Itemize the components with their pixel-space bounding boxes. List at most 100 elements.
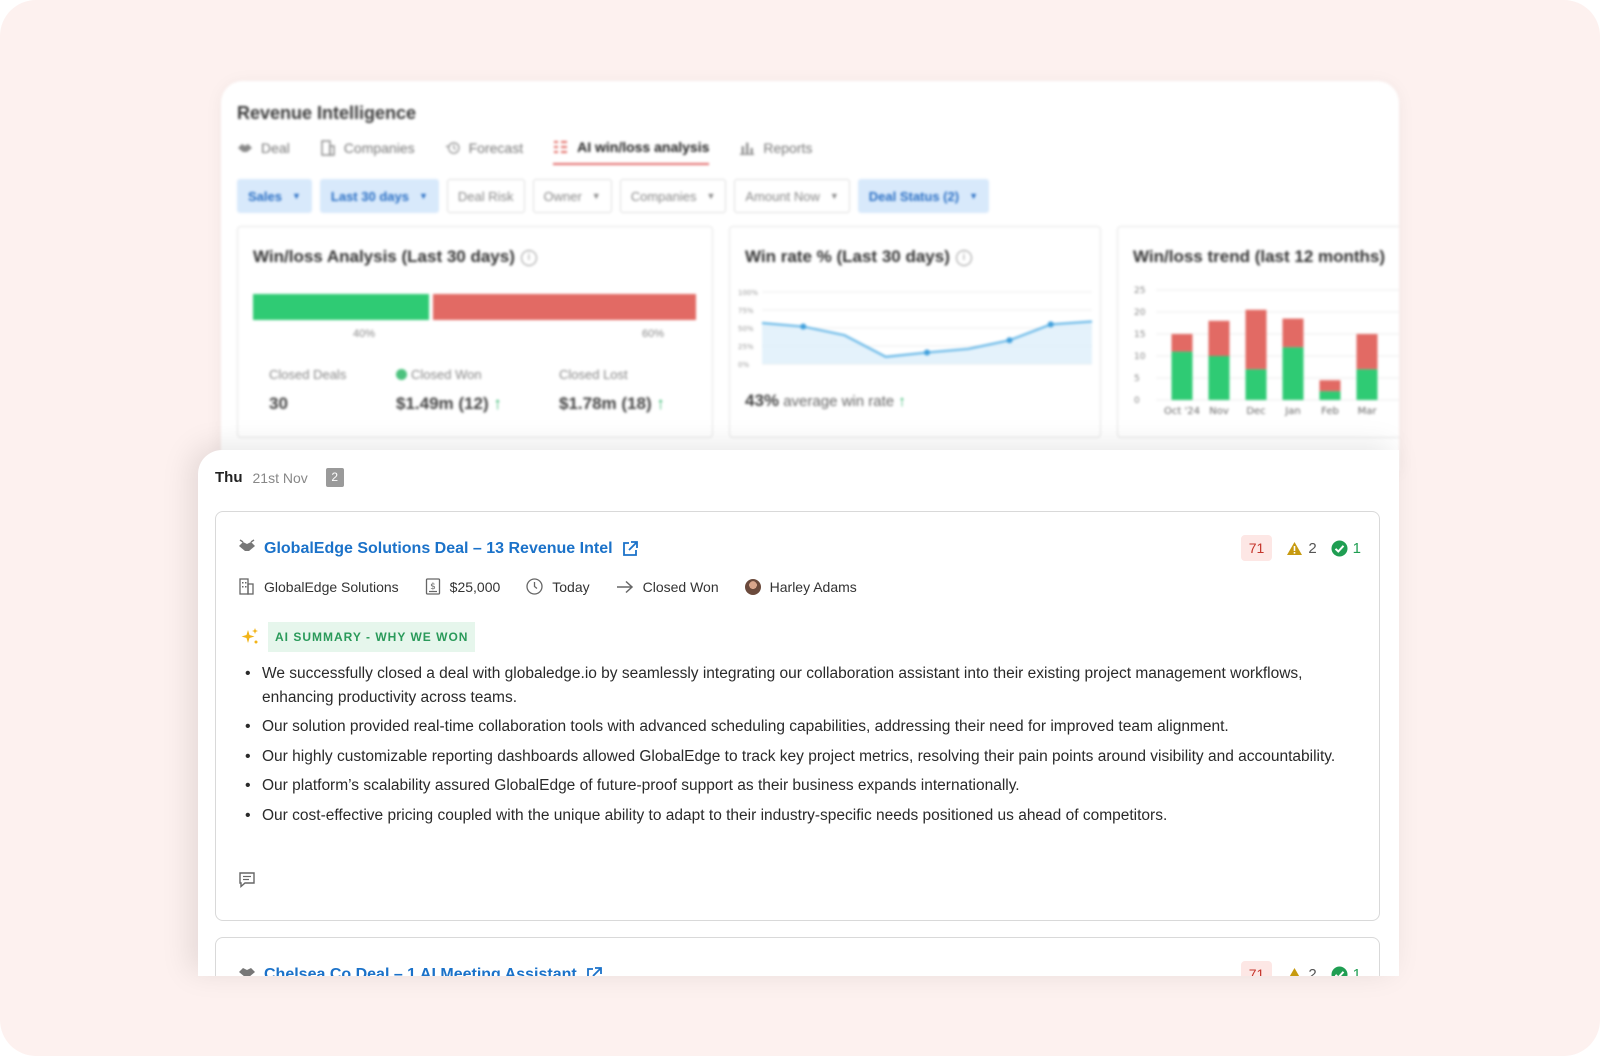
closed-lost-value: $1.78m (18) ↑ [559,394,665,414]
winrate-point [1006,337,1013,344]
lost-bar [433,294,696,320]
date-header: Thu 21st Nov 2 [215,468,344,487]
average-win-rate-label: average win rate [783,393,895,410]
warnings-indicator[interactable]: 2 [1286,965,1317,977]
activity-panel: Thu 21st Nov 2 GlobalEdge Solutions Deal… [198,450,1399,976]
time-meta: Today [526,578,590,595]
handshake-icon [238,539,256,558]
closed-lost-amount: $1.78m (18) [559,394,652,413]
dollar-document-icon: $ [425,578,440,595]
bar-chart-icon [739,141,755,155]
deal-card: Chelsea Co Deal – 1 AI Meeting Assistant… [215,937,1380,976]
filter-date-range[interactable]: Last 30 days ▼ [319,179,439,213]
tab-label: Forecast [468,140,524,156]
winrate-card: Win rate % (Last 30 days) i 100% 75% 50% 25%… [729,226,1101,438]
list-item: Our highly customizable reporting dashbo… [242,745,1352,769]
deal-score-badge[interactable]: 71 [1240,535,1273,561]
won-bar [253,294,429,320]
filter-label: Last 30 days [330,188,409,204]
winrate-point [800,323,807,330]
closed-won-label-text: Closed Won [411,367,482,382]
checks-indicator[interactable]: 1 [1331,540,1361,557]
closed-deals-label: Closed Deals [269,367,347,382]
checks-indicator[interactable]: 1 [1331,965,1361,977]
bar-won [1171,351,1193,400]
filter-sales[interactable]: Sales ▼ [237,179,312,213]
company-meta: GlobalEdge Solutions [238,578,399,595]
card-title: Win rate % (Last 30 days) i [745,247,972,267]
filter-label: Companies [630,188,697,204]
info-icon[interactable]: i [955,250,972,266]
list-item: Our platform’s scalability assured Globa… [242,774,1352,798]
list-item: Our solution provided real-time collabor… [242,715,1352,739]
bar-lost [1208,320,1230,356]
tab-reports[interactable]: Reports [739,139,812,165]
company-name: GlobalEdge Solutions [264,578,399,595]
comment-icon[interactable] [238,871,256,894]
bar-lost [1356,334,1378,370]
caret-down-icon: ▼ [829,191,839,201]
ai-summary-header: AI SUMMARY - WHY WE WON [240,622,476,652]
tab-label: Deal [261,140,290,156]
trend-bar-chart: 25 20 15 10 5 0 Oct '24 Nov Dec Jan Feb Mar [1134,286,1399,417]
deal-title-link[interactable]: GlobalEdge Solutions Deal – 13 Revenue I… [264,540,613,558]
arrow-up-icon: ↑ [898,393,906,410]
filter-label: Owner [543,188,582,204]
tab-ai-win-loss[interactable]: AI win/loss analysis [553,139,710,165]
caret-down-icon: ▼ [418,191,428,201]
bar-won [1356,369,1378,400]
arrow-up-icon: ↑ [656,394,665,413]
y-tick-label: 0% [738,361,749,369]
tab-deal[interactable]: Deal [237,139,290,165]
warning-icon [1287,541,1303,555]
filter-label: Deal Status (2) [868,188,960,204]
y-tick-label: 15 [1134,330,1145,340]
closed-deals-value: 30 [269,394,288,413]
x-tick-label: Oct '24 [1164,406,1200,417]
closed-won-value: $1.49m (12) ↑ [396,394,502,414]
tab-forecast[interactable]: Forecast [445,139,523,165]
deal-header: Chelsea Co Deal – 1 AI Meeting Assistant [238,965,603,976]
filter-companies[interactable]: Companies ▼ [619,179,727,213]
ai-summary-tag: AI SUMMARY - WHY WE WON [268,622,476,652]
filter-deal-status[interactable]: Deal Status (2) ▼ [857,179,989,213]
deal-meta: GlobalEdge Solutions $ $25,000 Today Clo… [238,578,857,595]
deal-stage: Closed Won [642,578,719,595]
x-tick-label: Mar [1358,406,1378,417]
external-link-icon[interactable] [621,540,639,558]
y-tick-label: 50% [738,325,754,333]
tab-label: AI win/loss analysis [577,139,710,155]
average-win-rate-value: 43% [745,391,780,410]
filter-amount-now[interactable]: Amount Now ▼ [734,179,850,213]
sparkles-icon [241,628,258,644]
count-badge: 2 [325,468,344,487]
deal-card: GlobalEdge Solutions Deal – 13 Revenue I… [215,511,1380,921]
tab-bar: Deal Companies Forecast AI win/loss anal… [237,139,812,165]
warnings-count: 2 [1308,965,1317,977]
tab-companies[interactable]: Companies [320,139,415,165]
checks-count: 1 [1352,965,1361,977]
filter-label: Amount Now [745,188,820,204]
filter-label: Deal Risk [457,188,514,204]
tab-label: Reports [763,140,813,156]
filter-owner[interactable]: Owner ▼ [532,179,612,213]
bar-won [1319,391,1341,400]
deal-scores: 71 2 1 [1240,535,1361,561]
revenue-dashboard: Revenue Intelligence Deal Companies Fore… [221,81,1399,471]
info-icon[interactable]: i [520,250,537,266]
warnings-indicator[interactable]: 2 [1286,540,1317,557]
caret-down-icon: ▼ [291,191,301,201]
closed-won-amount: $1.49m (12) [396,394,489,413]
deal-title-link[interactable]: Chelsea Co Deal – 1 AI Meeting Assistant [264,966,577,977]
handshake-icon [237,141,253,155]
svg-text:$: $ [430,582,436,592]
card-title: Win/loss Analysis (Last 30 days) i [253,247,537,267]
tab-label: Companies [343,140,415,156]
ai-summary-list: We successfully closed a deal with globa… [242,662,1352,833]
x-tick-label: Jan [1284,406,1300,417]
lost-percent: 60% [642,328,665,340]
filter-deal-risk[interactable]: Deal Risk [446,179,525,213]
deal-score-badge[interactable]: 71 [1240,961,1273,976]
deal-amount: $25,000 [449,578,501,595]
external-link-icon[interactable] [585,966,603,976]
